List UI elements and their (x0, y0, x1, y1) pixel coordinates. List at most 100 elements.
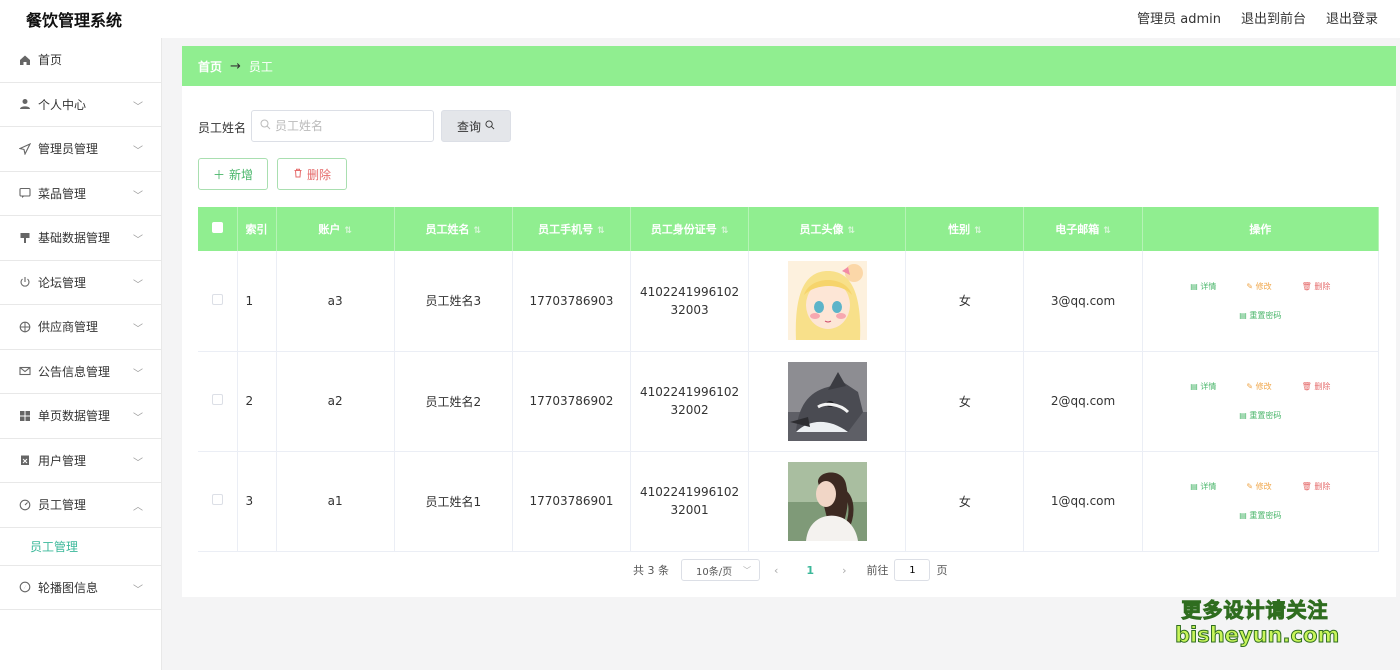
search-field[interactable] (251, 110, 434, 142)
row-checkbox[interactable] (198, 351, 238, 452)
avatar-image-husky-dog[interactable] (787, 361, 867, 441)
row-delete-button[interactable]: 🗑 删除 (1302, 281, 1331, 292)
column-header-phone[interactable]: 员工手机号 ⇅ (512, 207, 632, 251)
user-icon (18, 97, 32, 111)
sidebar-item-notices[interactable]: 公告信息管理 ﹀ (0, 350, 161, 394)
column-header-gender[interactable]: 性别 ⇅ (905, 207, 1025, 251)
avatar-image-anime-girl[interactable] (787, 261, 867, 341)
next-page-button[interactable]: › (842, 564, 846, 577)
cell-account: a1 (276, 451, 395, 552)
column-header-avatar[interactable]: 员工头像 ⇅ (748, 207, 907, 251)
document-icon: ▤ (1239, 511, 1250, 520)
logout-link[interactable]: 退出登录 (1326, 8, 1378, 27)
edit-button[interactable]: ✎ 修改 (1246, 281, 1271, 292)
sidebar-item-staff[interactable]: 员工管理 ︿ (0, 483, 161, 528)
add-button-label: 新增 (229, 167, 254, 182)
sidebar-item-home[interactable]: 首页 (0, 38, 161, 83)
page-suffix-label: 页 (936, 564, 948, 577)
row-delete-button[interactable]: 🗑 删除 (1302, 481, 1331, 492)
clipboard-icon (18, 453, 32, 467)
edit-button[interactable]: ✎ 修改 (1246, 381, 1271, 392)
detail-button[interactable]: ▤ 详情 (1190, 281, 1216, 292)
cell-phone: 17703786901 (512, 451, 632, 552)
goto-page-input[interactable] (894, 559, 931, 581)
admin-user-label[interactable]: 管理员 admin (1137, 8, 1221, 27)
avatar-image-girl-photo[interactable] (787, 461, 867, 541)
sidebar-item-forum[interactable]: 论坛管理 ﹀ (0, 261, 161, 305)
sidebar-item-label: 菜品管理 (38, 186, 87, 201)
sidebar-item-personal[interactable]: 个人中心 ﹀ (0, 83, 161, 127)
search-button[interactable]: 查询 (441, 110, 511, 142)
column-header-account[interactable]: 账户 ⇅ (276, 207, 395, 251)
page-number-current[interactable]: 1 (806, 564, 814, 577)
detail-button[interactable]: ▤ 详情 (1190, 381, 1216, 392)
search-input[interactable] (275, 119, 425, 133)
row-delete-button[interactable]: 🗑 删除 (1302, 381, 1331, 392)
trash-icon (293, 167, 303, 181)
cell-actions: ▤ 详情 ✎ 修改 🗑 删除 ▤ 重置密码 (1142, 451, 1380, 552)
page-size-select[interactable]: 10条/页 ﹀ (681, 559, 760, 581)
reset-password-button[interactable]: ▤ 重置密码 (1239, 510, 1281, 521)
reset-password-label: 重置密码 (1249, 310, 1282, 320)
sidebar-item-label: 管理员管理 (38, 142, 99, 157)
arrow-right-icon: → (230, 58, 241, 74)
trash-icon: 🗑 (1301, 382, 1315, 391)
column-header-label: 电子邮箱 (1055, 223, 1100, 236)
breadcrumb-home[interactable]: 首页 (198, 58, 222, 75)
cell-avatar (748, 451, 907, 552)
sidebar-item-basic-data[interactable]: 基础数据管理 ﹀ (0, 216, 161, 261)
sidebar-item-label: 公告信息管理 (38, 364, 111, 379)
cell-index: 3 (237, 451, 277, 552)
detail-button[interactable]: ▤ 详情 (1190, 481, 1216, 492)
watermark-line2: bisheyun.com (1175, 623, 1340, 648)
sort-icon: ⇅ (847, 226, 856, 236)
row-delete-button-label: 删除 (1314, 482, 1331, 491)
reset-password-button[interactable]: ▤ 重置密码 (1239, 410, 1281, 421)
column-header-id-card[interactable]: 员工身份证号 ⇅ (630, 207, 750, 251)
cell-id-card: 410224199610232003 (630, 251, 750, 352)
prev-page-button[interactable]: ‹ (774, 564, 778, 577)
table-row: 1 a3 员工姓名3 17703786903 41022419961023200… (198, 251, 1380, 352)
sidebar-item-carousel[interactable]: 轮播图信息 ﹀ (0, 566, 161, 610)
sidebar-subitem-staff-management[interactable]: 员工管理 (0, 528, 161, 566)
row-checkbox[interactable] (198, 451, 238, 552)
row-checkbox[interactable] (198, 251, 238, 352)
chevron-down-icon: ﹀ (133, 279, 143, 291)
search-button-label: 查询 (456, 119, 481, 134)
dashboard-icon (18, 498, 32, 512)
cell-email: 2@qq.com (1023, 351, 1143, 452)
chevron-down-icon: ﹀ (133, 235, 143, 246)
sidebar-item-dishes[interactable]: 菜品管理 ﹀ (0, 172, 161, 216)
sidebar-item-label: 供应商管理 (38, 320, 99, 335)
chevron-down-icon: ﹀ (133, 457, 143, 469)
navigation-icon (18, 580, 32, 594)
sidebar-item-single-page[interactable]: 单页数据管理 ﹀ (0, 394, 161, 439)
sidebar-item-admins[interactable]: 管理员管理 ﹀ (0, 127, 161, 172)
delete-button[interactable]: 删除 (277, 158, 347, 190)
mail-icon (18, 364, 32, 378)
column-header-email[interactable]: 电子邮箱 ⇅ (1023, 207, 1143, 251)
select-all-checkbox[interactable] (198, 207, 238, 251)
chat-icon (18, 186, 32, 200)
edit-button[interactable]: ✎ 修改 (1246, 481, 1271, 492)
id-card-value: 410224199610232001 (639, 485, 740, 517)
search-label: 员工姓名 (198, 121, 247, 135)
chevron-down-icon: ﹀ (133, 368, 143, 380)
sidebar-item-label: 首页 (38, 53, 63, 68)
reset-password-button[interactable]: ▤ 重置密码 (1239, 310, 1281, 321)
top-header: 餐饮管理系统 管理员 admin 退出到前台 退出登录 (0, 0, 1400, 38)
column-header-name[interactable]: 员工姓名 ⇅ (394, 207, 513, 251)
exit-to-front-link[interactable]: 退出到前台 (1241, 8, 1306, 27)
sidebar-item-label: 论坛管理 (38, 275, 87, 290)
cell-gender: 女 (905, 451, 1025, 552)
sidebar-item-suppliers[interactable]: 供应商管理 ﹀ (0, 305, 161, 350)
row-delete-button-label: 删除 (1314, 281, 1331, 291)
add-button[interactable]: ＋ 新增 (198, 158, 268, 190)
chevron-up-icon: ︿ (133, 502, 143, 513)
sidebar-item-users[interactable]: 用户管理 ﹀ (0, 439, 161, 483)
cell-phone: 17703786903 (512, 251, 632, 352)
row-delete-button-label: 删除 (1314, 382, 1331, 391)
sort-icon: ⇅ (720, 226, 729, 236)
cell-avatar (748, 351, 907, 452)
watermark: 更多设计请关注 bisheyun.com (1175, 594, 1340, 648)
